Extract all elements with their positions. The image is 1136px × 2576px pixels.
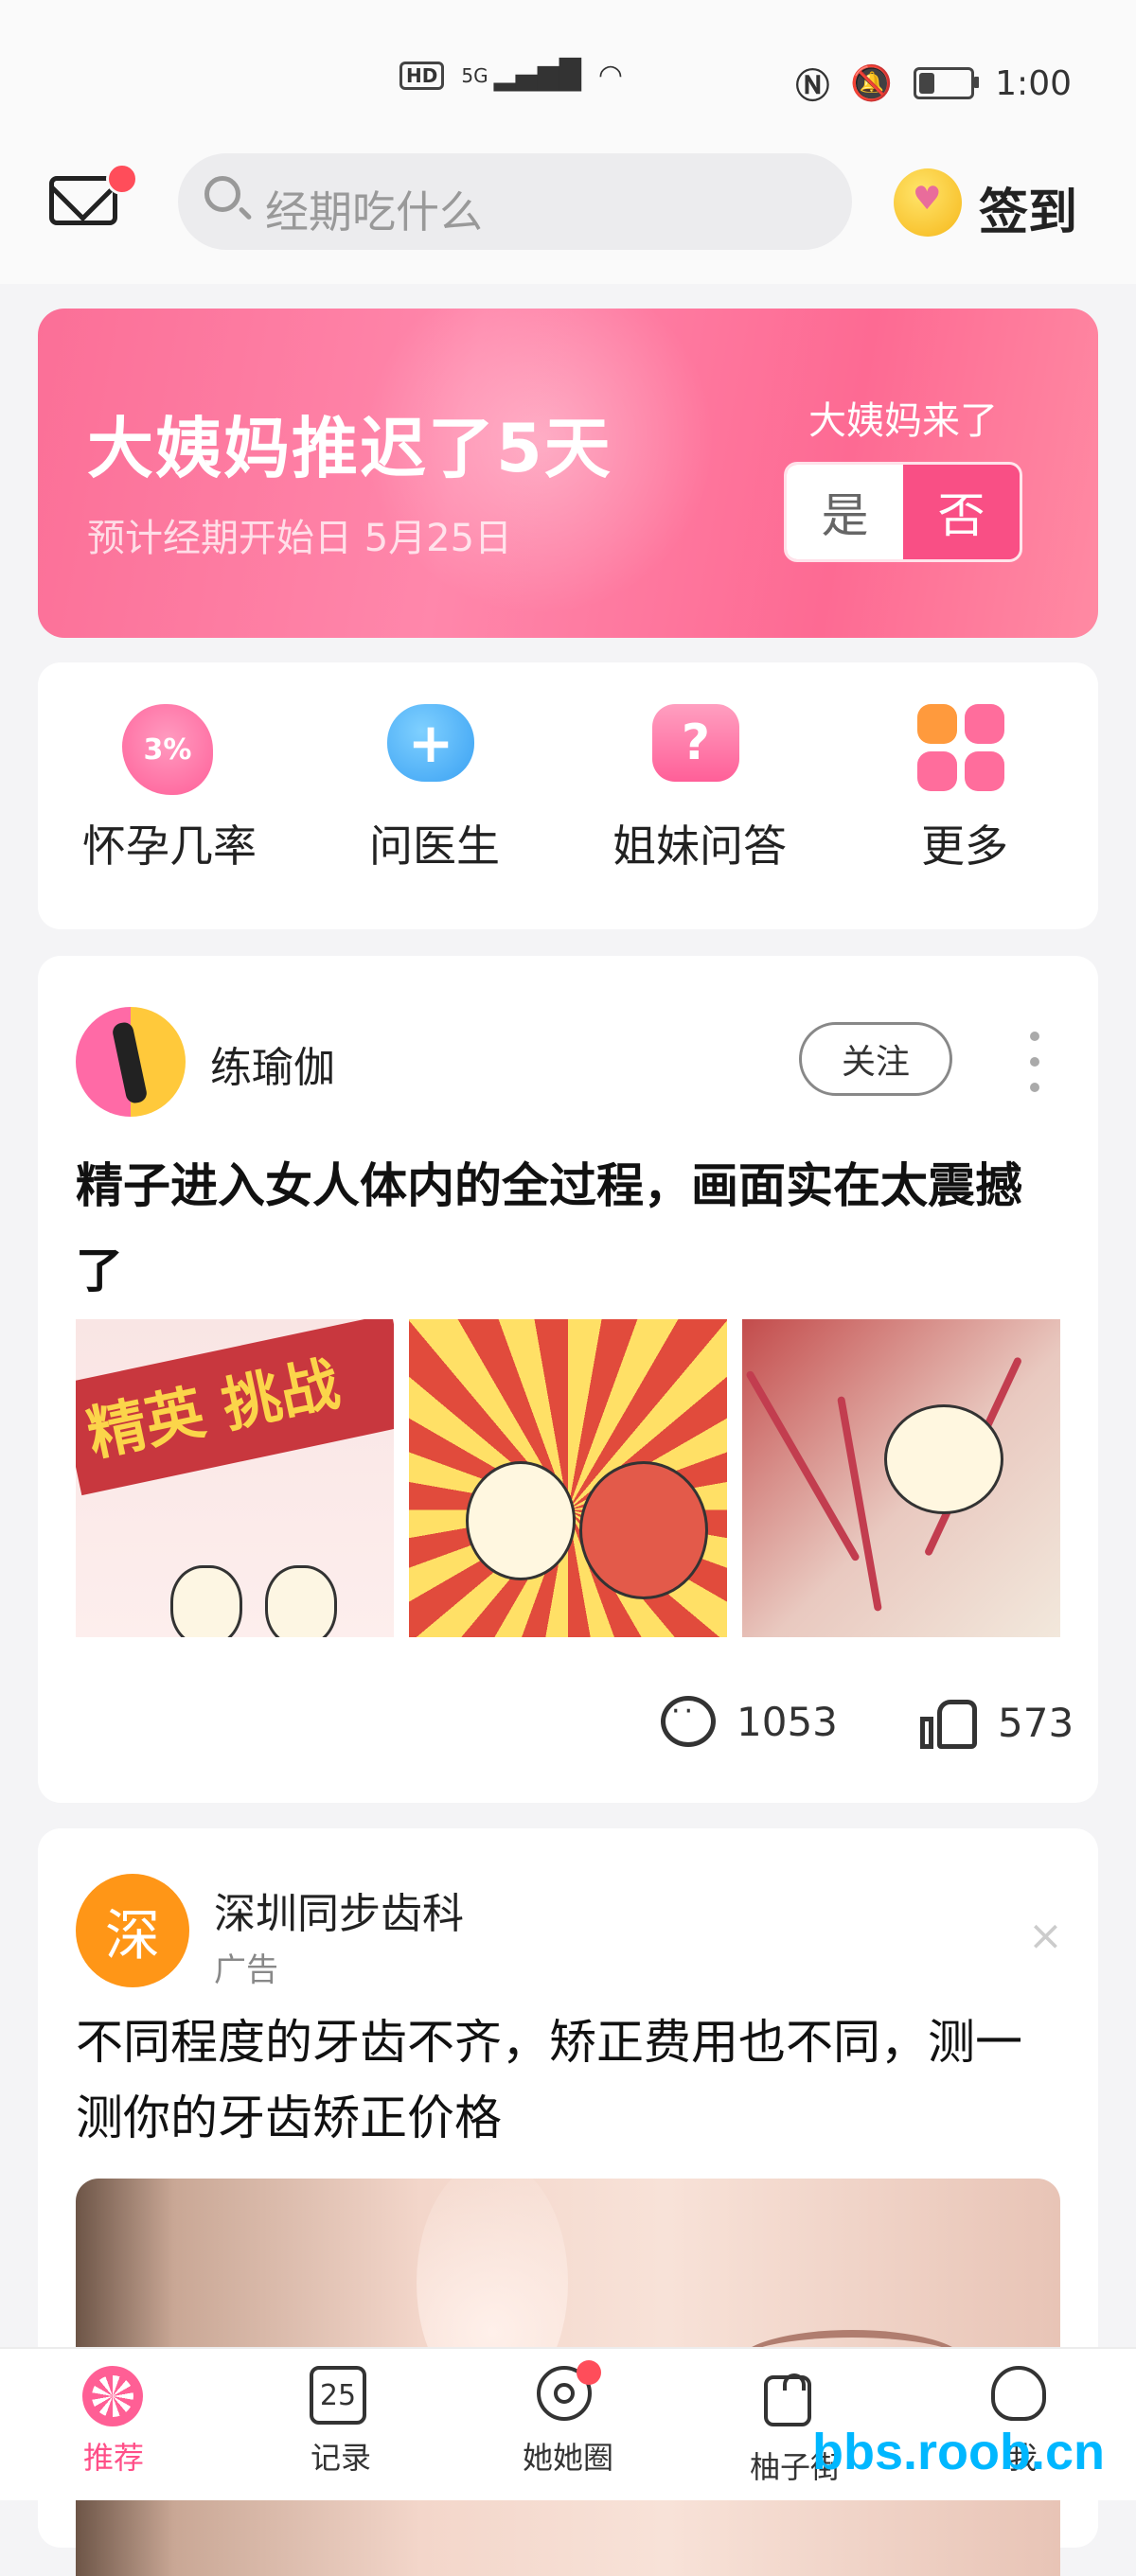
post-image-2[interactable] [409,1319,727,1637]
unread-dot [106,163,138,195]
nfc-icon: Ⓝ [795,67,830,106]
close-icon[interactable]: × [1028,1912,1063,1960]
yes-button[interactable]: 是 [787,465,903,559]
more-grid-icon [917,704,1004,791]
pregnancy-chance-icon: 3% [122,704,213,795]
tab-record[interactable]: 25 记录 [265,2366,417,2478]
advertiser-avatar[interactable]: 深 [76,1874,189,1987]
author-avatar[interactable] [76,1007,186,1117]
quick-action-label: 问医生 [369,820,500,872]
comment-stat[interactable]: 1053 [661,1695,838,1747]
quick-action-label: 姐妹问答 [612,820,787,872]
tab-circle[interactable]: 她她圈 [492,2360,644,2478]
hd-badge: HD [399,61,445,90]
notification-dot [577,2360,601,2385]
battery-icon [914,67,980,99]
like-stat[interactable]: 573 [920,1696,1074,1749]
quick-action-qa[interactable]: ? 姐妹问答 [572,704,827,874]
comment-icon [661,1695,716,1747]
signal-icon: ▂▄▆█ [493,59,581,92]
signin-button[interactable]: 签到 [979,172,1077,243]
tab-recommend[interactable]: 推荐 [38,2366,189,2478]
ad-title[interactable]: 不同程度的牙齿不齐，矫正费用也不同，测一测你的牙齿矫正价格 [76,2004,1060,2156]
period-toggle: 是 否 [784,462,1022,562]
sister-qa-icon: ? [652,704,739,782]
signin-icon[interactable] [894,168,962,237]
post-title[interactable]: 精子进入女人体内的全过程，画面实在太震撼了 [76,1143,1060,1314]
status-left: HD 5G ▂▄▆█ ◠ [399,59,623,92]
quick-action-doctor[interactable]: + 问医生 [307,704,562,874]
profile-icon [991,2366,1046,2421]
ask-doctor-icon: + [387,704,474,782]
post-image-3[interactable] [742,1319,1060,1637]
period-question: 大姨妈来了 [808,399,998,443]
mute-icon: 🔕 [850,64,894,103]
more-options-icon[interactable] [1030,1032,1039,1092]
image-caption: 精英 挑战 [76,1319,394,1496]
follow-button[interactable]: 关注 [799,1022,952,1096]
quick-action-label: 怀孕几率 [82,820,257,872]
like-count: 573 [998,1699,1074,1746]
search-input[interactable]: 经期吃什么 [265,178,483,240]
comment-count: 1053 [737,1698,838,1745]
period-status-title: 大姨妈推迟了5天 [87,410,612,487]
ad-label: 广告 [214,1951,278,1989]
shopping-bag-icon [764,2375,811,2426]
no-button[interactable]: 否 [903,465,1020,559]
clock: 1:00 [995,63,1072,103]
quick-action-label: 更多 [921,820,1008,872]
tab-label: 记录 [310,2440,371,2476]
quick-action-more[interactable]: 更多 [837,704,1092,874]
status-right: Ⓝ 🔕 1:00 [795,59,1072,108]
home-icon [82,2366,143,2426]
tab-label: 她她圈 [522,2440,613,2476]
period-predicted-date: 预计经期开始日 5月25日 [87,517,513,560]
thumbs-up-icon [920,1696,977,1749]
watermark: bbs.roob.cn [812,2424,1105,2480]
search-icon [204,176,240,212]
advertiser-name[interactable]: 深圳同步齿科 [214,1879,464,1940]
network-label: 5G [461,63,488,87]
post-image-1[interactable]: 精英 挑战 [76,1319,394,1637]
calendar-icon: 25 [310,2366,366,2425]
author-name[interactable]: 练瑜伽 [210,1033,335,1094]
tab-label: 推荐 [82,2440,144,2476]
quick-action-pregnancy[interactable]: 3% 怀孕几率 [42,704,297,874]
wifi-icon: ◠ [597,59,624,92]
